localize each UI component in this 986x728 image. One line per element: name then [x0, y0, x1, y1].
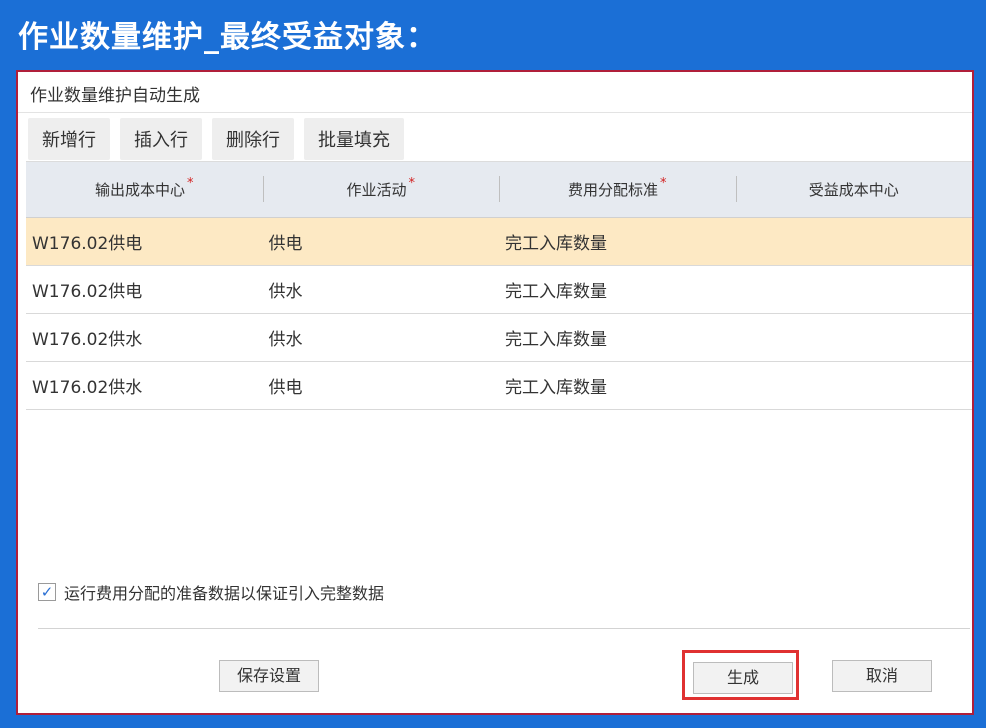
table-cell[interactable]: 供电 — [263, 373, 500, 398]
column-header-beneficiary-cost-center[interactable]: 受益成本中心 — [735, 176, 973, 202]
required-marker: * — [660, 176, 667, 191]
required-marker: * — [187, 176, 194, 191]
prepare-data-option: ✓ 运行费用分配的准备数据以保证引入完整数据 — [38, 580, 384, 604]
toolbar: 新增行 插入行 删除行 批量填充 — [18, 113, 972, 161]
table-cell[interactable]: W176.02供水 — [26, 373, 263, 398]
grid-header: 输出成本中心 * 作业活动 * 费用分配标准 * 受益成本中心 — [26, 161, 972, 218]
divider — [38, 628, 970, 629]
table-cell[interactable]: 供水 — [263, 325, 500, 350]
table-cell[interactable]: 供水 — [263, 277, 500, 302]
table-row[interactable]: W176.02供电 供水 完工入库数量 — [26, 266, 972, 314]
save-settings-button[interactable]: 保存设置 — [219, 660, 319, 692]
table-cell[interactable]: W176.02供水 — [26, 325, 263, 350]
table-cell[interactable]: 完工入库数量 — [499, 277, 736, 302]
table-row[interactable]: W176.02供水 供电 完工入库数量 — [26, 362, 972, 410]
table-row[interactable]: W176.02供电 供电 完工入库数量 — [26, 218, 972, 266]
slide-title: 作业数量维护_最终受益对象： — [18, 20, 437, 55]
table-cell[interactable]: 完工入库数量 — [499, 325, 736, 350]
prepare-data-checkbox[interactable]: ✓ — [38, 583, 56, 601]
column-header-label: 输出成本中心 — [94, 181, 185, 199]
required-marker: * — [408, 176, 416, 191]
column-header-label: 费用分配标准 — [567, 181, 658, 199]
table-cell[interactable]: W176.02供电 — [26, 229, 263, 254]
dialog-title: 作业数量维护自动生成 — [18, 72, 972, 113]
column-header-output-cost-center[interactable]: 输出成本中心 * — [26, 176, 263, 200]
column-header-label: 受益成本中心 — [808, 181, 899, 199]
auto-generate-dialog: 作业数量维护自动生成 新增行 插入行 删除行 批量填充 输出成本中心 * 作业活动… — [16, 70, 974, 715]
table-cell[interactable]: 供电 — [263, 229, 500, 254]
delete-row-button[interactable]: 删除行 — [212, 118, 294, 160]
cancel-button[interactable]: 取消 — [832, 660, 932, 692]
column-header-label: 作业活动 — [346, 181, 407, 199]
column-header-activity[interactable]: 作业活动 * — [262, 176, 500, 202]
table-cell[interactable]: 完工入库数量 — [499, 373, 736, 398]
column-header-allocation-standard[interactable]: 费用分配标准 * — [499, 176, 736, 202]
table-cell[interactable]: 完工入库数量 — [499, 229, 736, 254]
insert-row-button[interactable]: 插入行 — [120, 118, 202, 160]
checkmark-icon: ✓ — [40, 583, 54, 601]
prepare-data-label[interactable]: 运行费用分配的准备数据以保证引入完整数据 — [64, 580, 384, 604]
bulk-fill-button[interactable]: 批量填充 — [304, 118, 404, 160]
add-row-button[interactable]: 新增行 — [28, 118, 110, 160]
table-cell[interactable]: W176.02供电 — [26, 277, 263, 302]
generate-button[interactable]: 生成 — [693, 662, 793, 694]
table-row[interactable]: W176.02供水 供水 完工入库数量 — [26, 314, 972, 362]
